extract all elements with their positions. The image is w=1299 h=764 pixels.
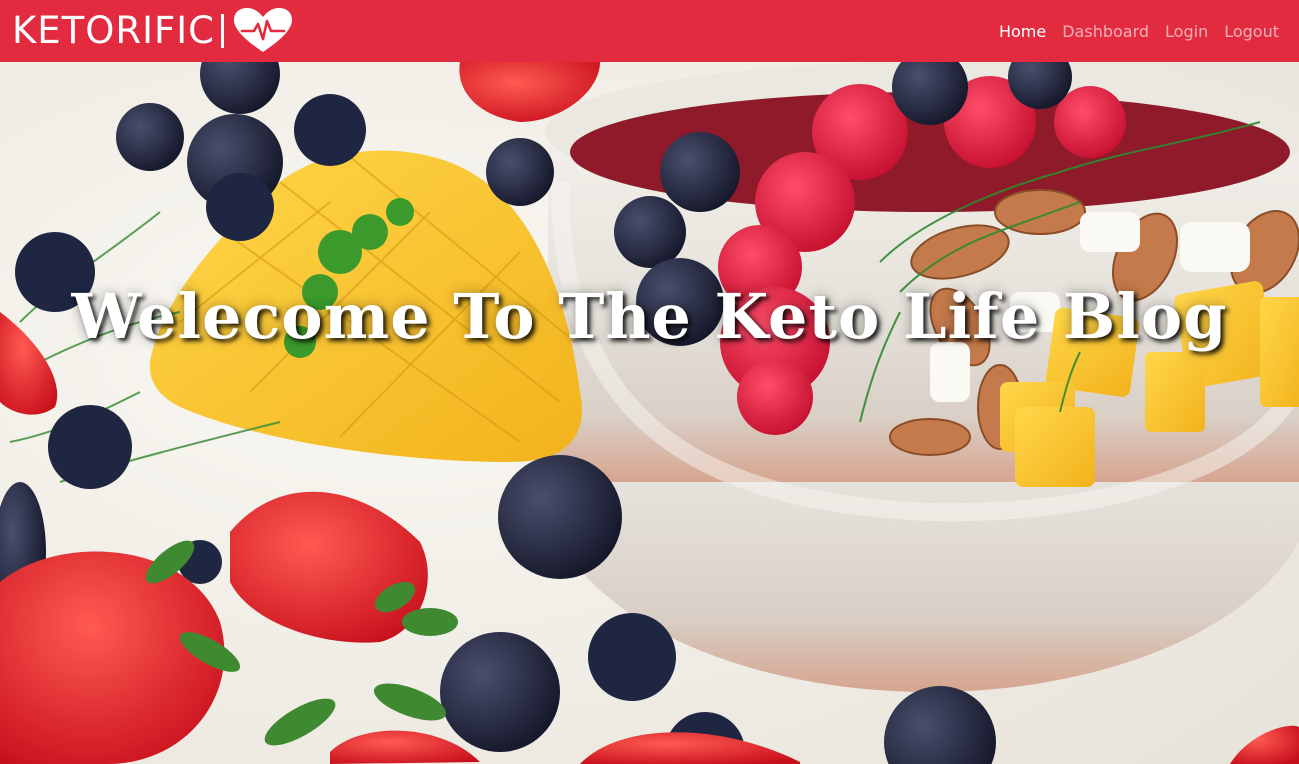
nav-home-link[interactable]: Home	[999, 22, 1046, 41]
heart-pulse-icon	[234, 8, 293, 52]
brand-divider	[221, 14, 225, 48]
hero-section: Welecome To The Keto Life Blog	[0, 62, 1299, 764]
brand-logo[interactable]: KETORIFIC	[12, 8, 294, 53]
nav-login-link[interactable]: Login	[1165, 22, 1208, 41]
navbar: KETORIFIC Home Dashboard Login Logout	[0, 0, 1299, 62]
fruit-bowl-hero-image	[0, 62, 1299, 764]
nav-links: Home Dashboard Login Logout	[983, 0, 1279, 62]
brand-name: KETORIFIC	[12, 9, 216, 52]
hero-title: Welecome To The Keto Life Blog	[71, 279, 1228, 353]
nav-dashboard-link[interactable]: Dashboard	[1062, 22, 1149, 41]
nav-logout-link[interactable]: Logout	[1224, 22, 1279, 41]
